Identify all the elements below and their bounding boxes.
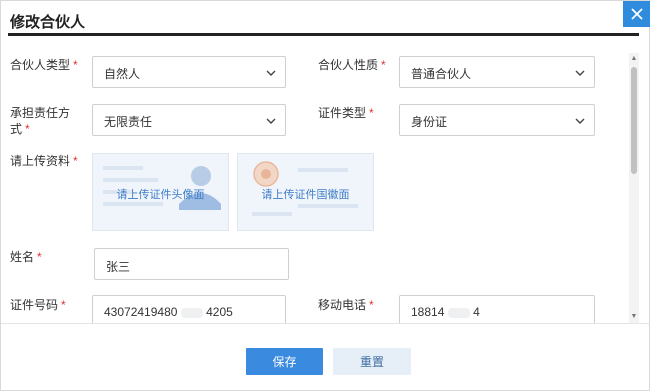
liability-value: 无限责任 (104, 115, 153, 129)
partner-nature-select[interactable]: 普通合伙人 (399, 56, 595, 88)
liability-label-line1: 承担责任方 (10, 106, 71, 120)
liability-select[interactable]: 无限责任 (92, 104, 286, 136)
id-number-label-text: 证件号码 (10, 298, 59, 312)
name-value: 张三 (106, 260, 131, 274)
liability-label: 承担责任方 式 * (10, 105, 70, 137)
chevron-down-icon (575, 118, 585, 124)
footer-divider (1, 323, 650, 324)
partner-type-label-text: 合伙人类型 (10, 58, 71, 72)
mobile-label: 移动电话 * (318, 297, 374, 313)
id-number-input[interactable]: 43072419480 4205 (92, 295, 286, 323)
id-back-upload[interactable]: 请上传证件国徽面 (237, 153, 374, 231)
required-mark: * (73, 58, 78, 72)
close-button[interactable] (623, 1, 650, 27)
redacted-mask (180, 307, 203, 318)
id-type-select[interactable]: 身份证 (399, 104, 595, 136)
title-divider (8, 33, 639, 36)
partner-type-label: 合伙人类型 * (10, 57, 78, 73)
partner-nature-label: 合伙人性质 * (318, 57, 386, 73)
chevron-down-icon (575, 70, 585, 76)
chevron-down-icon (266, 70, 276, 76)
name-input[interactable]: 张三 (94, 248, 289, 280)
required-mark: * (369, 298, 374, 312)
id-type-label-text: 证件类型 (318, 106, 367, 120)
required-mark: * (61, 298, 66, 312)
id-type-label: 证件类型 * (318, 105, 374, 121)
upload-label-text: 请上传资料 (10, 154, 71, 168)
upload-label: 请上传资料 * (10, 153, 78, 169)
close-icon (631, 8, 643, 20)
name-label-text: 姓名 (10, 250, 35, 264)
scroll-down-icon[interactable]: ▼ (630, 313, 638, 321)
required-mark: * (381, 58, 386, 72)
partner-type-value: 自然人 (104, 67, 141, 81)
name-label: 姓名 * (10, 249, 42, 265)
required-mark: * (73, 154, 78, 168)
redacted-mask (447, 307, 470, 318)
edit-partner-dialog: 修改合伙人 合伙人类型 * 自然人 合伙人性质 * 普通合伙人 承担责任方 式 * 无… (0, 0, 650, 391)
dialog-title: 修改合伙人 (10, 14, 86, 31)
id-number-end: 4205 (206, 305, 233, 319)
id-front-upload-text: 请上传证件头像面 (116, 189, 205, 201)
reset-button[interactable]: 重置 (333, 348, 411, 375)
id-back-upload-text: 请上传证件国徽面 (261, 189, 350, 201)
required-mark: * (25, 122, 30, 136)
liability-label-line2: 式 (10, 122, 23, 136)
vertical-scrollbar[interactable]: ▲ ▼ (629, 53, 639, 323)
id-number-label: 证件号码 * (10, 297, 66, 313)
liability-label-line2-wrap: 式 * (10, 121, 70, 137)
id-number-value: 43072419480 4205 (104, 305, 233, 319)
mobile-start: 18814 (411, 305, 445, 319)
required-mark: * (37, 250, 42, 264)
partner-nature-value: 普通合伙人 (411, 67, 472, 81)
mobile-label-text: 移动电话 (318, 298, 367, 312)
required-mark: * (369, 106, 374, 120)
partner-nature-label-text: 合伙人性质 (318, 58, 379, 72)
mobile-value: 18814 4 (411, 305, 480, 319)
partner-type-select[interactable]: 自然人 (92, 56, 286, 88)
scrollbar-thumb[interactable] (631, 67, 637, 174)
id-type-value: 身份证 (411, 115, 448, 129)
mobile-end: 4 (473, 305, 480, 319)
form-body: 合伙人类型 * 自然人 合伙人性质 * 普通合伙人 承担责任方 式 * 无限责任 证件… (1, 41, 629, 323)
save-button[interactable]: 保存 (246, 348, 323, 375)
mobile-input[interactable]: 18814 4 (399, 295, 595, 323)
id-number-start: 43072419480 (104, 305, 178, 319)
scroll-up-icon[interactable]: ▲ (630, 55, 638, 63)
chevron-down-icon (266, 118, 276, 124)
id-front-upload[interactable]: 请上传证件头像面 (92, 153, 229, 231)
